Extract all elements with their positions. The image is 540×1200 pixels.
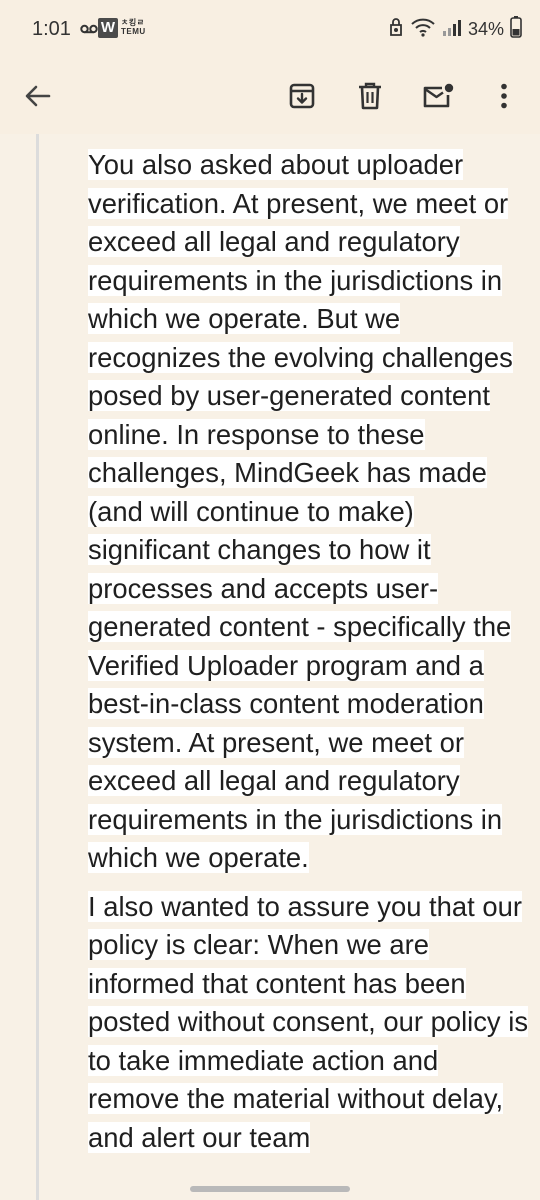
- home-indicator[interactable]: [190, 1186, 350, 1192]
- back-button[interactable]: [14, 72, 62, 120]
- email-paragraph: You also asked about uploader verificati…: [88, 146, 528, 878]
- data-saver-icon: [388, 17, 404, 42]
- email-paragraph: I also wanted to assure you that our pol…: [88, 888, 529, 1158]
- wifi-icon: [410, 17, 436, 42]
- email-paragraph-text: You also asked about uploader verificati…: [88, 149, 513, 873]
- archive-icon: [289, 83, 315, 109]
- temu-label-bottom: TEMU: [121, 27, 146, 36]
- more-vertical-icon: [501, 83, 507, 109]
- w-app-icon: W: [98, 18, 118, 38]
- delete-button[interactable]: [346, 72, 394, 120]
- temu-notification-icon: ㅊ킹ㄹ TEMU: [121, 18, 146, 36]
- mark-unread-button[interactable]: [414, 72, 462, 120]
- quote-divider: [36, 134, 39, 1200]
- voicemail-icon: [80, 22, 98, 40]
- email-content-area[interactable]: You also asked about uploader verificati…: [0, 134, 540, 1200]
- mail-unread-icon: [423, 83, 454, 108]
- arrow-left-icon: [25, 85, 51, 107]
- email-paragraph-text: I also wanted to assure you that our pol…: [88, 890, 529, 1153]
- email-toolbar: [0, 60, 540, 134]
- battery-percent: 34%: [467, 18, 504, 39]
- temu-label-top: ㅊ킹ㄹ: [121, 18, 145, 27]
- status-bar: 1:01 W ㅊ킹ㄹ TEMU 34%: [0, 0, 540, 60]
- status-time: 1:01: [32, 18, 71, 40]
- email-body: You also asked about uploader verificati…: [88, 146, 529, 1167]
- status-right-group: 34%: [388, 15, 522, 43]
- trash-icon: [359, 82, 381, 110]
- signal-icon: [442, 18, 462, 41]
- more-options-button[interactable]: [480, 72, 528, 120]
- archive-button[interactable]: [278, 72, 326, 120]
- battery-icon: [510, 15, 522, 43]
